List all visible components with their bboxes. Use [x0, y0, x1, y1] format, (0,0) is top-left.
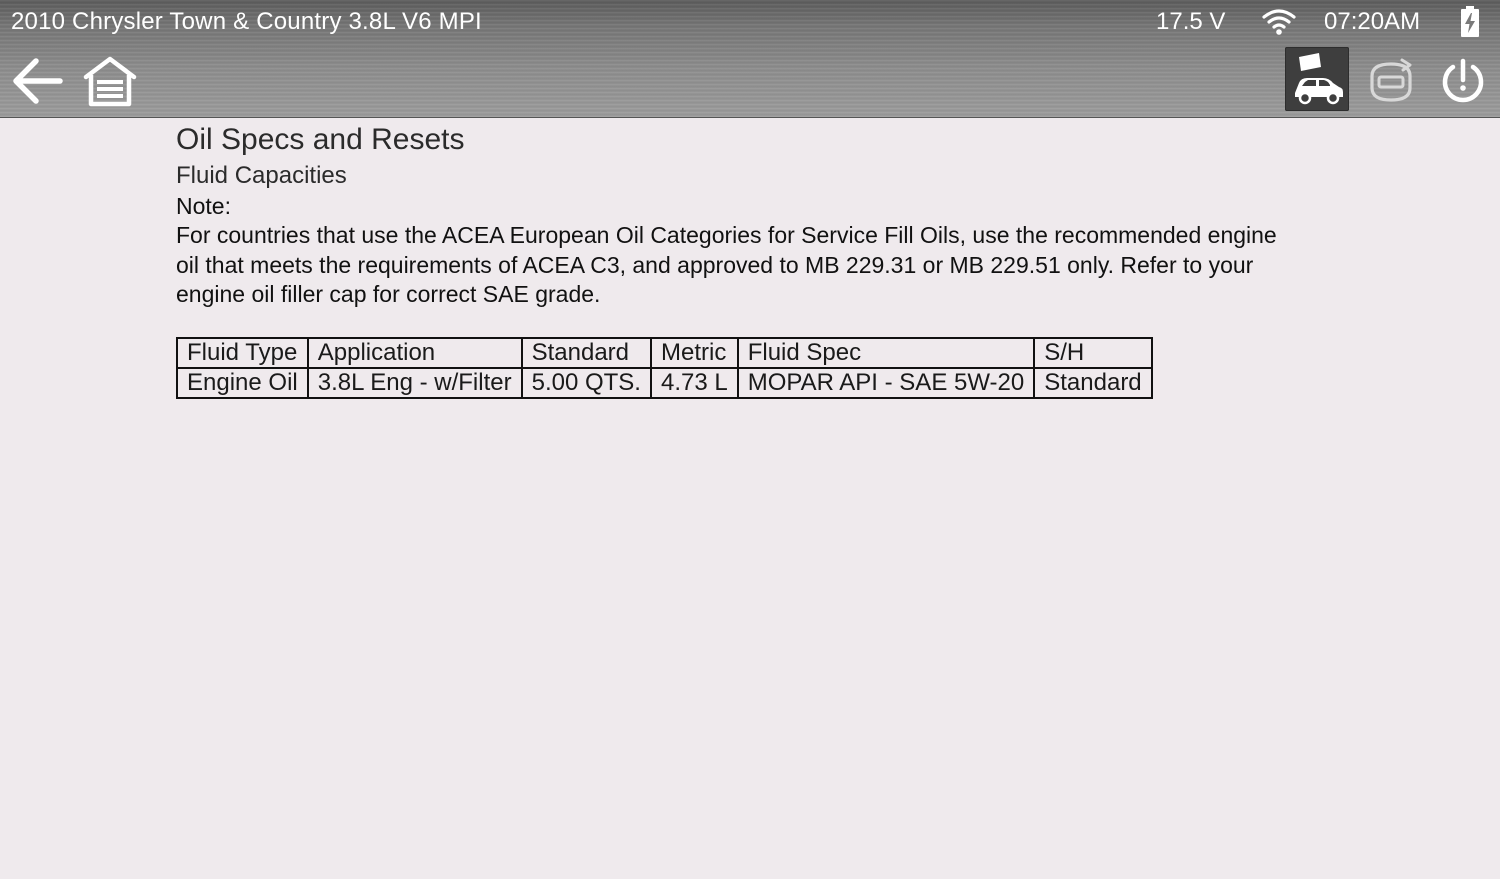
battery-voltage: 17.5 V — [1156, 8, 1226, 35]
back-button[interactable] — [10, 55, 64, 107]
vehicle-title: 2010 Chrysler Town & Country 3.8L V6 MPI — [11, 8, 482, 35]
top-bar: 2010 Chrysler Town & Country 3.8L V6 MPI… — [0, 0, 1500, 118]
vehicle-lift-icon — [1295, 53, 1343, 105]
table-row: Engine Oil 3.8L Eng - w/Filter 5.00 QTS.… — [176, 367, 1153, 399]
column-header: Fluid Type — [176, 337, 309, 369]
clock: 07:20AM — [1324, 8, 1421, 35]
table-cell: 5.00 QTS. — [520, 367, 652, 399]
column-header: Standard — [520, 337, 652, 369]
note-label: Note: — [176, 193, 231, 219]
column-header: Application — [306, 337, 523, 369]
section-subtitle: Fluid Capacities — [176, 162, 347, 189]
fluid-capacities-table: Fluid Type Application Standard Metric F… — [176, 337, 1153, 399]
note-text: For countries that use the ACEA European… — [176, 222, 1277, 307]
main-content: Oil Specs and Resets Fluid Capacities No… — [176, 122, 1296, 310]
table-header-row: Fluid Type Application Standard Metric F… — [176, 337, 1153, 369]
column-header: Fluid Spec — [736, 337, 1036, 369]
column-header: S/H — [1033, 337, 1153, 369]
battery-charging-icon — [1461, 6, 1479, 37]
table-cell: Standard — [1033, 367, 1153, 399]
vehicle-button[interactable] — [1285, 47, 1349, 111]
table-cell: 4.73 L — [649, 367, 739, 399]
power-button[interactable] — [1438, 56, 1488, 106]
wifi-icon — [1262, 9, 1296, 35]
back-arrow-icon — [13, 58, 63, 104]
power-icon — [1442, 58, 1484, 103]
home-button[interactable] — [82, 55, 138, 107]
table-cell: MOPAR API - SAE 5W-20 — [736, 367, 1036, 399]
garage-home-icon — [83, 56, 137, 107]
reset-button[interactable] — [1364, 56, 1418, 106]
table-cell: Engine Oil — [176, 367, 309, 399]
column-header: Metric — [649, 337, 739, 369]
table-cell: 3.8L Eng - w/Filter — [306, 367, 523, 399]
status-bar: 2010 Chrysler Town & Country 3.8L V6 MPI… — [0, 0, 1500, 44]
page-title: Oil Specs and Resets — [176, 123, 465, 156]
reset-icon — [1370, 58, 1412, 102]
